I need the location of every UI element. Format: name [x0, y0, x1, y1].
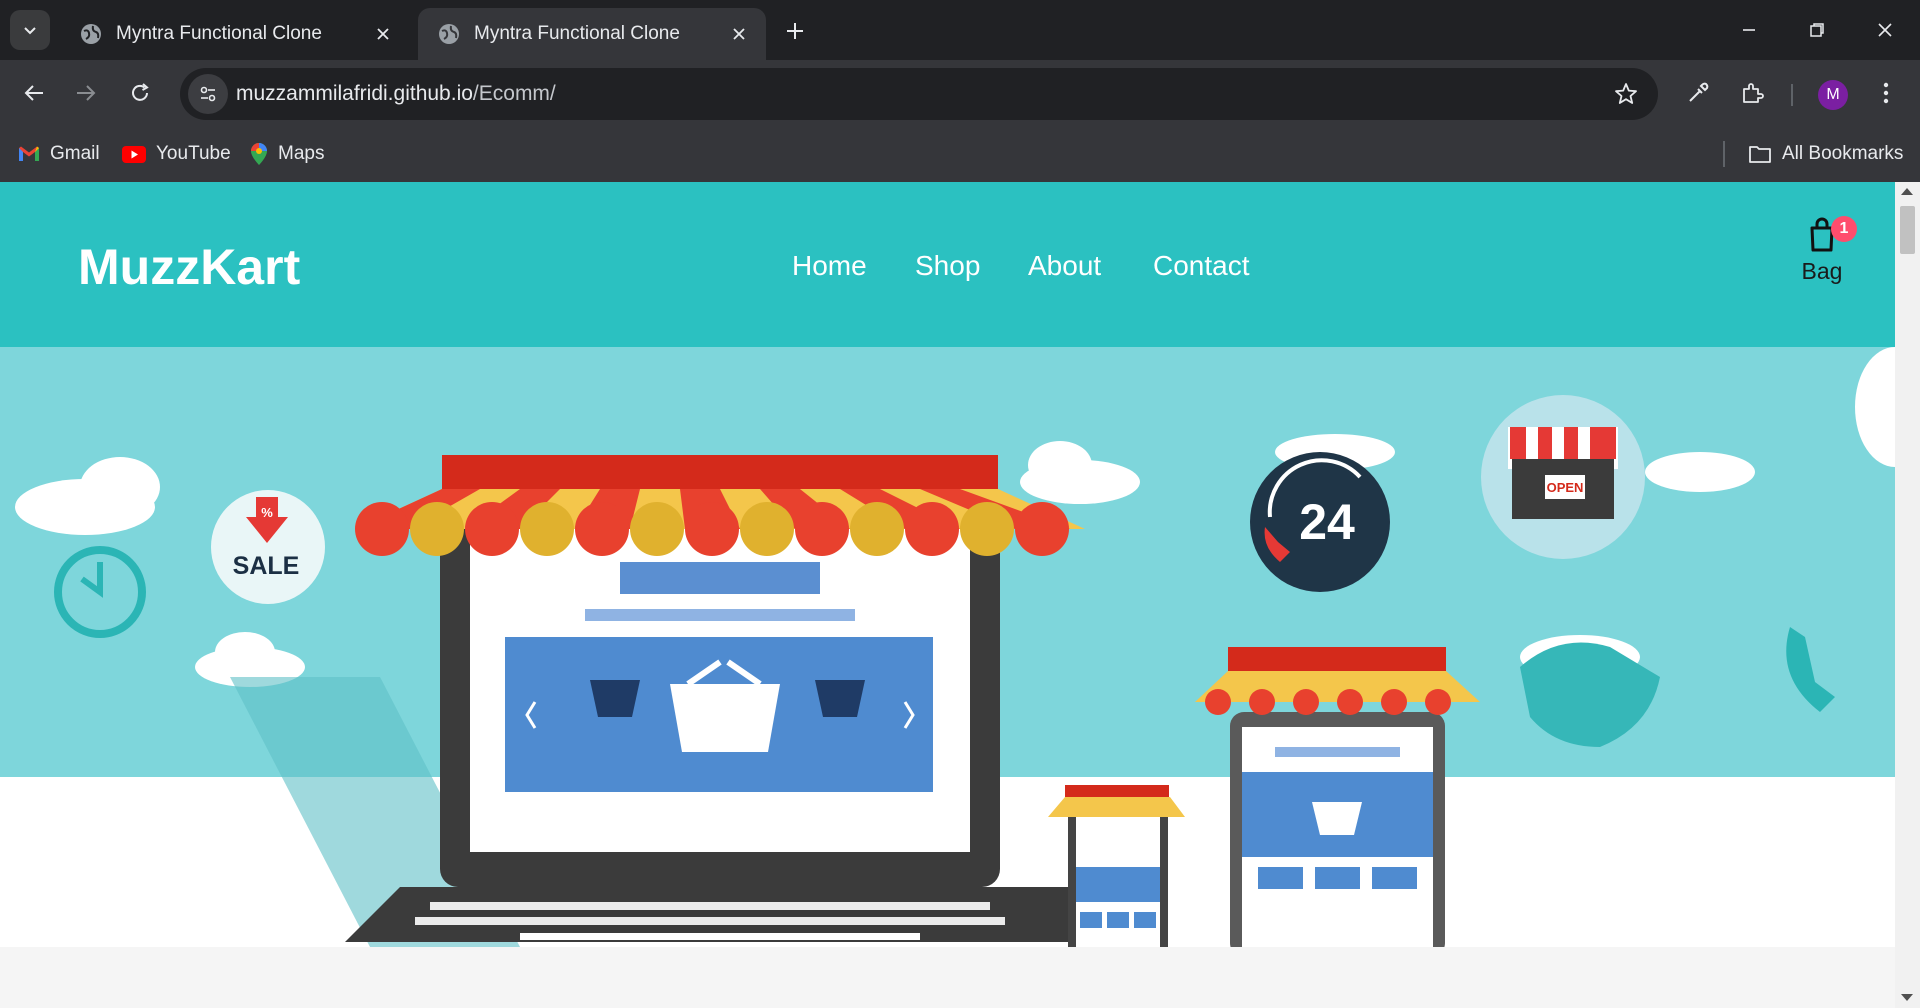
close-window-button[interactable]	[1860, 10, 1910, 50]
tab-title: Myntra Functional Clone	[474, 23, 680, 44]
back-button[interactable]	[14, 73, 54, 113]
gmail-icon	[18, 146, 40, 162]
nav-shop[interactable]: Shop	[915, 250, 980, 282]
browser-window: Myntra Functional Clone Myntra Functiona…	[0, 0, 1920, 1008]
minimize-button[interactable]	[1724, 10, 1774, 50]
minimize-icon	[1743, 29, 1755, 31]
address-bar[interactable]: muzzammilafridi.github.io/Ecomm/	[180, 68, 1658, 120]
bookmark-maps[interactable]: Maps	[250, 139, 324, 169]
sale-percent: %	[261, 505, 273, 520]
arrow-right-icon	[77, 85, 96, 101]
sale-badge: % SALE	[211, 490, 325, 604]
bookmark-youtube[interactable]: YouTube	[122, 139, 231, 169]
new-tab-button[interactable]	[778, 14, 812, 48]
scroll-down-arrow[interactable]	[1901, 994, 1913, 1001]
bookmarks-divider	[1723, 141, 1725, 167]
close-icon	[733, 28, 745, 40]
url-host: muzzammilafridi.github.io	[236, 82, 473, 105]
plus-icon	[787, 23, 803, 39]
sale-label: SALE	[233, 552, 300, 580]
bag-button[interactable]: Bag 1	[1798, 216, 1857, 284]
bookmark-gmail[interactable]: Gmail	[18, 139, 100, 169]
bookmark-label: Maps	[278, 143, 325, 164]
bookmark-label: YouTube	[156, 143, 231, 164]
extensions-button[interactable]	[1732, 73, 1772, 113]
menu-button[interactable]	[1866, 73, 1906, 113]
site-logo[interactable]: MuzzKart	[78, 238, 300, 296]
web-page: MuzzKart Home Shop About Contact Bag 1 %…	[0, 182, 1895, 1008]
restore-button[interactable]	[1792, 10, 1842, 50]
scrollbar-thumb[interactable]	[1900, 206, 1915, 254]
bag-label: Bag	[1801, 258, 1843, 284]
folder-icon	[1748, 144, 1772, 164]
close-icon	[1878, 23, 1892, 37]
bookmarks-bar: Gmail YouTube Maps All Bookmarks	[0, 127, 1920, 182]
chevron-down-icon	[24, 27, 36, 35]
restore-icon	[1810, 23, 1824, 37]
star-icon	[1615, 83, 1637, 104]
tune-icon	[200, 86, 216, 102]
bookmark-label: Gmail	[50, 143, 100, 164]
reload-button[interactable]	[120, 73, 160, 113]
browser-toolbar: muzzammilafridi.github.io/Ecomm/	[0, 60, 1920, 127]
url-text[interactable]: muzzammilafridi.github.io/Ecomm/	[236, 82, 556, 106]
arrow-left-icon	[24, 85, 43, 101]
toolbar-divider	[1791, 84, 1793, 106]
all-bookmarks-button[interactable]: All Bookmarks	[1748, 139, 1903, 169]
bag-count-badge: 1	[1831, 216, 1857, 242]
maps-icon	[250, 142, 268, 166]
close-icon	[377, 28, 389, 40]
site-header: MuzzKart Home Shop About Contact Bag 1	[0, 182, 1895, 347]
tab-search-button[interactable]	[10, 10, 50, 50]
reload-icon	[132, 83, 149, 101]
nav-contact[interactable]: Contact	[1153, 250, 1250, 282]
youtube-icon	[122, 145, 146, 163]
all-bookmarks-label: All Bookmarks	[1782, 143, 1904, 164]
laptop-graphic	[345, 455, 1100, 942]
hero-illustration: % SALE 24 OPEN	[0, 347, 1895, 947]
profile-avatar[interactable]: M	[1818, 80, 1848, 110]
nav-about[interactable]: About	[1028, 250, 1101, 282]
tab-strip: Myntra Functional Clone Myntra Functiona…	[0, 0, 1920, 60]
tablet-shop-graphic	[1195, 647, 1480, 947]
globe-icon	[439, 24, 459, 44]
eyedropper-button[interactable]	[1678, 73, 1718, 113]
phone-shop-graphic	[1048, 785, 1185, 947]
globe-icon	[81, 24, 101, 44]
puzzle-icon	[1743, 83, 1764, 103]
url-path: /Ecomm/	[472, 82, 556, 105]
nav-home[interactable]: Home	[792, 250, 867, 282]
support-24-graphic: 24	[1250, 452, 1390, 592]
tab-inactive[interactable]: Myntra Functional Clone	[60, 8, 410, 60]
tab-active[interactable]: Myntra Functional Clone	[418, 8, 766, 60]
hero-banner: % SALE 24 OPEN	[0, 347, 1895, 947]
eyedropper-icon	[1689, 82, 1709, 102]
tab-close-button[interactable]	[724, 19, 754, 49]
support-number: 24	[1299, 494, 1355, 550]
bookmark-star-button[interactable]	[1610, 78, 1642, 110]
kebab-menu-icon	[1883, 82, 1889, 104]
site-info-button[interactable]	[188, 74, 228, 114]
tab-close-button[interactable]	[368, 19, 398, 49]
open-shop-graphic: OPEN	[1481, 395, 1645, 559]
forward-button[interactable]	[66, 73, 106, 113]
open-sign: OPEN	[1547, 480, 1584, 495]
tab-title: Myntra Functional Clone	[116, 23, 322, 44]
scroll-up-arrow[interactable]	[1901, 188, 1913, 195]
page-scrollbar[interactable]	[1895, 182, 1920, 1008]
